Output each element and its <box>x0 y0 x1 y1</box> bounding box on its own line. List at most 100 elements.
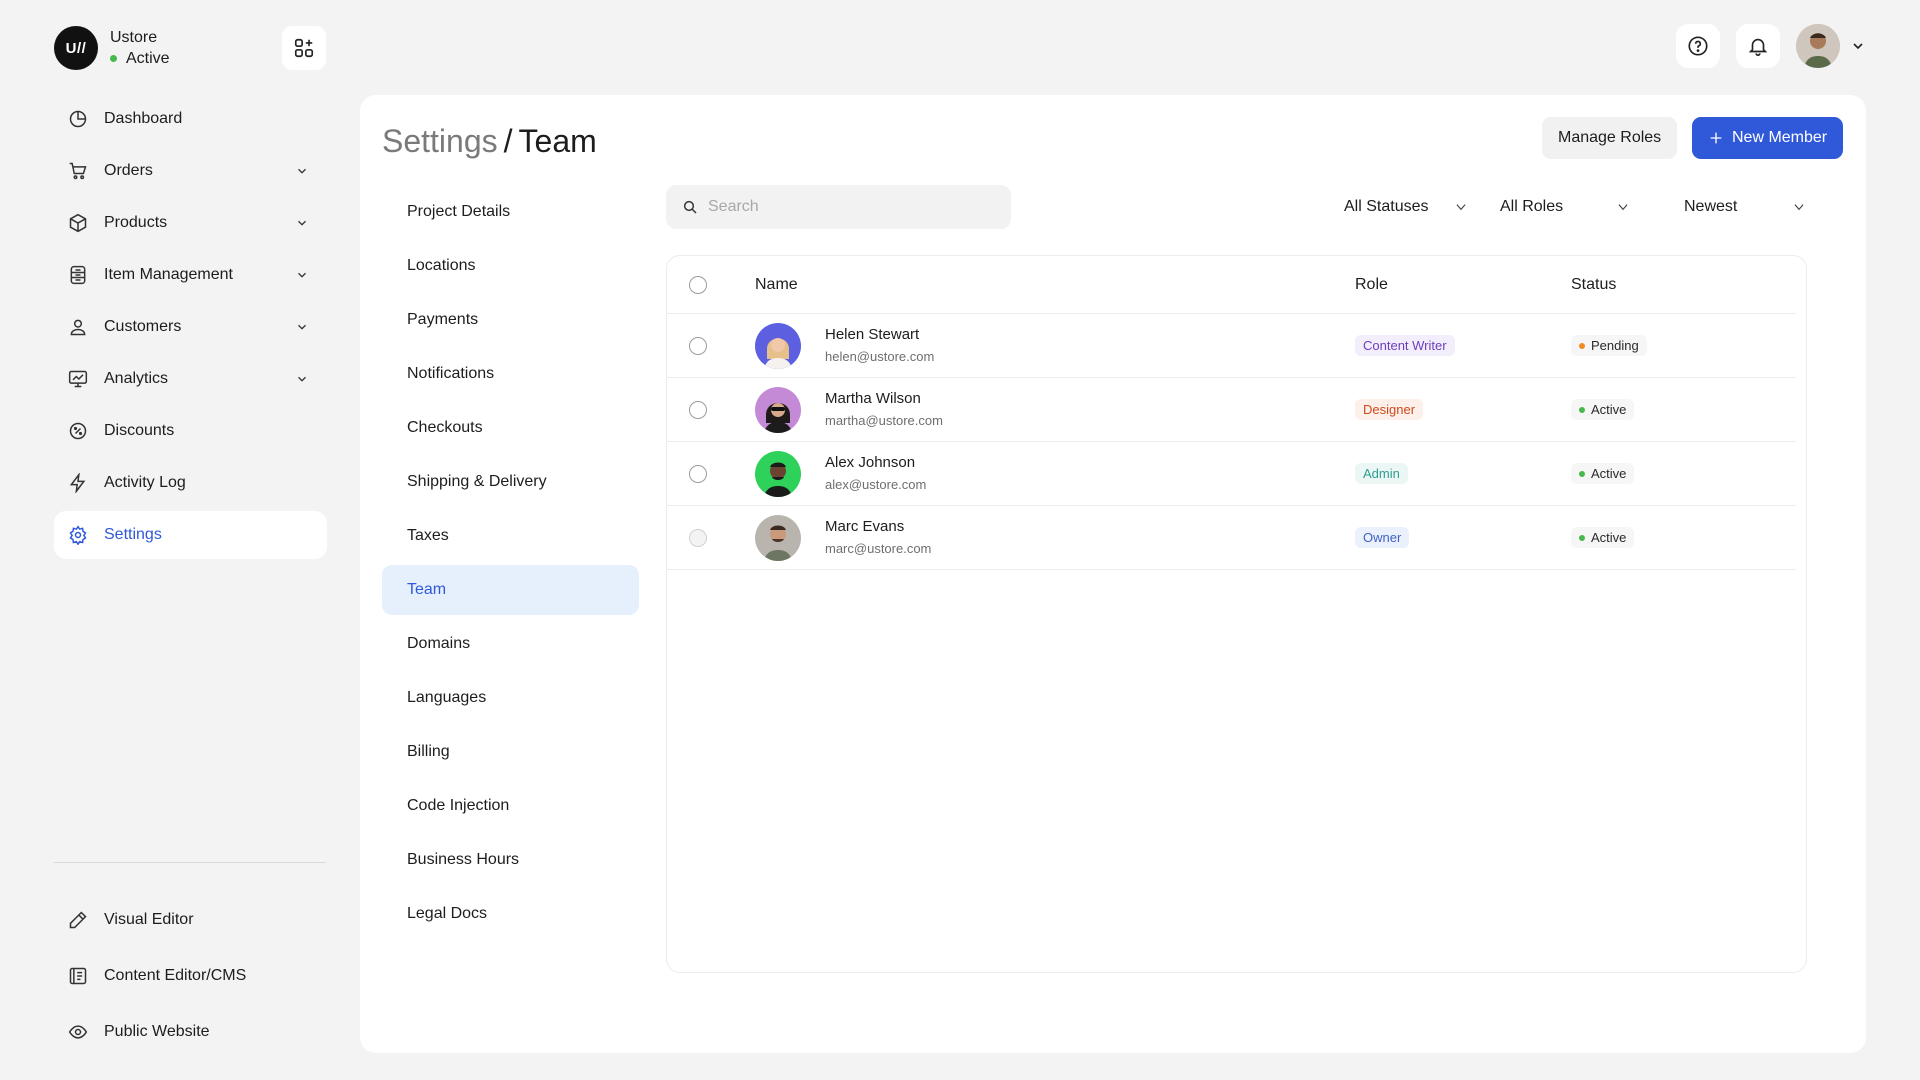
settings-nav-item[interactable]: Project Details <box>382 187 639 237</box>
table-row[interactable]: Marc Evans marc@ustore.com Owner Active <box>667 506 1796 570</box>
apps-icon <box>294 38 314 58</box>
sidebar-item-analytics[interactable]: Analytics <box>54 355 327 403</box>
roles-filter-label: All Roles <box>1500 198 1564 215</box>
sidebar-item-item-management[interactable]: Item Management <box>54 251 327 299</box>
member-name: Alex Johnson <box>825 453 916 471</box>
user-icon <box>68 317 88 337</box>
brand[interactable]: U// Ustore Active <box>54 26 170 70</box>
row-checkbox[interactable] <box>689 464 707 483</box>
sidebar-nav: Dashboard Orders Products Item Managemen… <box>54 95 327 563</box>
settings-nav-item[interactable]: Domains <box>382 619 639 669</box>
row-checkbox[interactable] <box>689 336 707 355</box>
sidebar-item-products[interactable]: Products <box>54 199 327 247</box>
settings-nav-item[interactable]: Legal Docs <box>382 889 639 939</box>
chevron-down-icon[interactable] <box>295 372 309 386</box>
select-all-checkbox[interactable] <box>689 275 707 294</box>
sidebar-item-label: Products <box>104 214 168 231</box>
help-icon <box>1688 36 1708 56</box>
sidebar-divider <box>54 862 326 863</box>
status-dot <box>110 55 117 62</box>
sidebar-bottom-nav: Visual Editor Content Editor/CMS Public … <box>54 894 327 1062</box>
status-dot <box>1579 534 1585 541</box>
chevron-down-icon <box>1792 200 1806 214</box>
brand-status: Active <box>110 48 170 69</box>
breadcrumb-parent[interactable]: Settings <box>382 123 498 159</box>
settings-nav-item-active[interactable]: Team <box>382 565 639 615</box>
gear-icon <box>68 525 88 545</box>
new-member-button[interactable]: New Member <box>1692 117 1844 159</box>
settings-nav-item[interactable]: Code Injection <box>382 781 639 831</box>
sidebar-item-visual-editor[interactable]: Visual Editor <box>54 894 327 946</box>
table-row[interactable]: Helen Stewart helen@ustore.com Content W… <box>667 314 1796 378</box>
member-email: martha@ustore.com <box>825 412 943 428</box>
sidebar: U// Ustore Active Dashboard Orders Produ… <box>0 0 360 1080</box>
analytics-icon <box>68 369 88 389</box>
settings-nav-item[interactable]: Taxes <box>382 511 639 561</box>
role-badge: Designer <box>1355 399 1424 420</box>
roles-filter-dropdown[interactable]: All Roles <box>1500 185 1630 229</box>
chevron-down-icon[interactable] <box>1850 38 1866 54</box>
row-checkbox[interactable] <box>689 528 707 547</box>
sidebar-item-label: Analytics <box>104 370 169 387</box>
sidebar-item-label: Visual Editor <box>104 911 194 928</box>
sidebar-item-discounts[interactable]: Discounts <box>54 407 327 455</box>
role-badge: Content Writer <box>1355 335 1455 356</box>
chevron-down-icon[interactable] <box>295 268 309 282</box>
status-badge: Pending <box>1571 335 1647 356</box>
item-management-icon <box>68 265 88 285</box>
sidebar-item-activity-log[interactable]: Activity Log <box>54 459 327 507</box>
brand-logo: U// <box>54 26 98 70</box>
team-table: Name Role Status Helen Stewart helen@ust… <box>666 255 1807 973</box>
help-button[interactable] <box>1676 24 1720 68</box>
apps-button[interactable] <box>282 26 326 70</box>
column-header-name[interactable]: Name <box>755 276 1355 294</box>
sidebar-item-label: Settings <box>104 526 162 543</box>
status-filter-dropdown[interactable]: All Statuses <box>1344 185 1468 229</box>
sidebar-item-content-editor[interactable]: Content Editor/CMS <box>54 950 327 1002</box>
status-badge: Active <box>1571 463 1635 484</box>
settings-nav-item[interactable]: Payments <box>382 295 639 345</box>
role-badge: Admin <box>1355 463 1408 484</box>
settings-nav: Project Details Locations Payments Notif… <box>382 187 639 943</box>
sidebar-item-settings[interactable]: Settings <box>54 511 327 559</box>
table-row[interactable]: Martha Wilson martha@ustore.com Designer… <box>667 378 1796 442</box>
settings-nav-item[interactable]: Shipping & Delivery <box>382 457 639 507</box>
column-header-status[interactable]: Status <box>1571 276 1731 294</box>
sidebar-item-orders[interactable]: Orders <box>54 147 327 195</box>
discount-icon <box>68 421 88 441</box>
row-checkbox[interactable] <box>689 400 707 419</box>
user-avatar-image <box>1796 24 1840 68</box>
column-header-role[interactable]: Role <box>1355 276 1571 294</box>
pencil-icon <box>68 910 88 930</box>
member-email: alex@ustore.com <box>825 476 927 492</box>
settings-nav-item[interactable]: Billing <box>382 727 639 777</box>
table-row[interactable]: Alex Johnson alex@ustore.com Admin Activ… <box>667 442 1796 506</box>
settings-nav-item[interactable]: Locations <box>382 241 639 291</box>
settings-nav-item[interactable]: Checkouts <box>382 403 639 453</box>
settings-nav-item[interactable]: Notifications <box>382 349 639 399</box>
chevron-down-icon[interactable] <box>295 164 309 178</box>
breadcrumb-separator: / <box>503 123 513 159</box>
eye-icon <box>68 1022 88 1042</box>
page-title: Settings / Team <box>382 123 597 160</box>
new-member-label: New Member <box>1732 129 1828 146</box>
settings-nav-item[interactable]: Languages <box>382 673 639 723</box>
sort-label: Newest <box>1684 198 1738 215</box>
settings-nav-item[interactable]: Business Hours <box>382 835 639 885</box>
manage-roles-button[interactable]: Manage Roles <box>1542 117 1678 159</box>
sidebar-item-label: Activity Log <box>104 474 186 491</box>
sort-dropdown[interactable]: Newest <box>1684 185 1806 229</box>
search-input[interactable] <box>708 198 988 216</box>
search-icon <box>682 199 698 215</box>
sidebar-item-public-website[interactable]: Public Website <box>54 1006 327 1058</box>
chevron-down-icon[interactable] <box>295 320 309 334</box>
chevron-down-icon[interactable] <box>295 216 309 230</box>
sidebar-item-label: Content Editor/CMS <box>104 967 247 984</box>
chevron-down-icon <box>1616 200 1630 214</box>
sidebar-item-customers[interactable]: Customers <box>54 303 327 351</box>
sidebar-item-dashboard[interactable]: Dashboard <box>54 95 327 143</box>
cms-icon <box>68 966 88 986</box>
user-avatar[interactable] <box>1796 24 1840 68</box>
notifications-button[interactable] <box>1736 24 1780 68</box>
sidebar-item-label: Dashboard <box>104 110 183 127</box>
